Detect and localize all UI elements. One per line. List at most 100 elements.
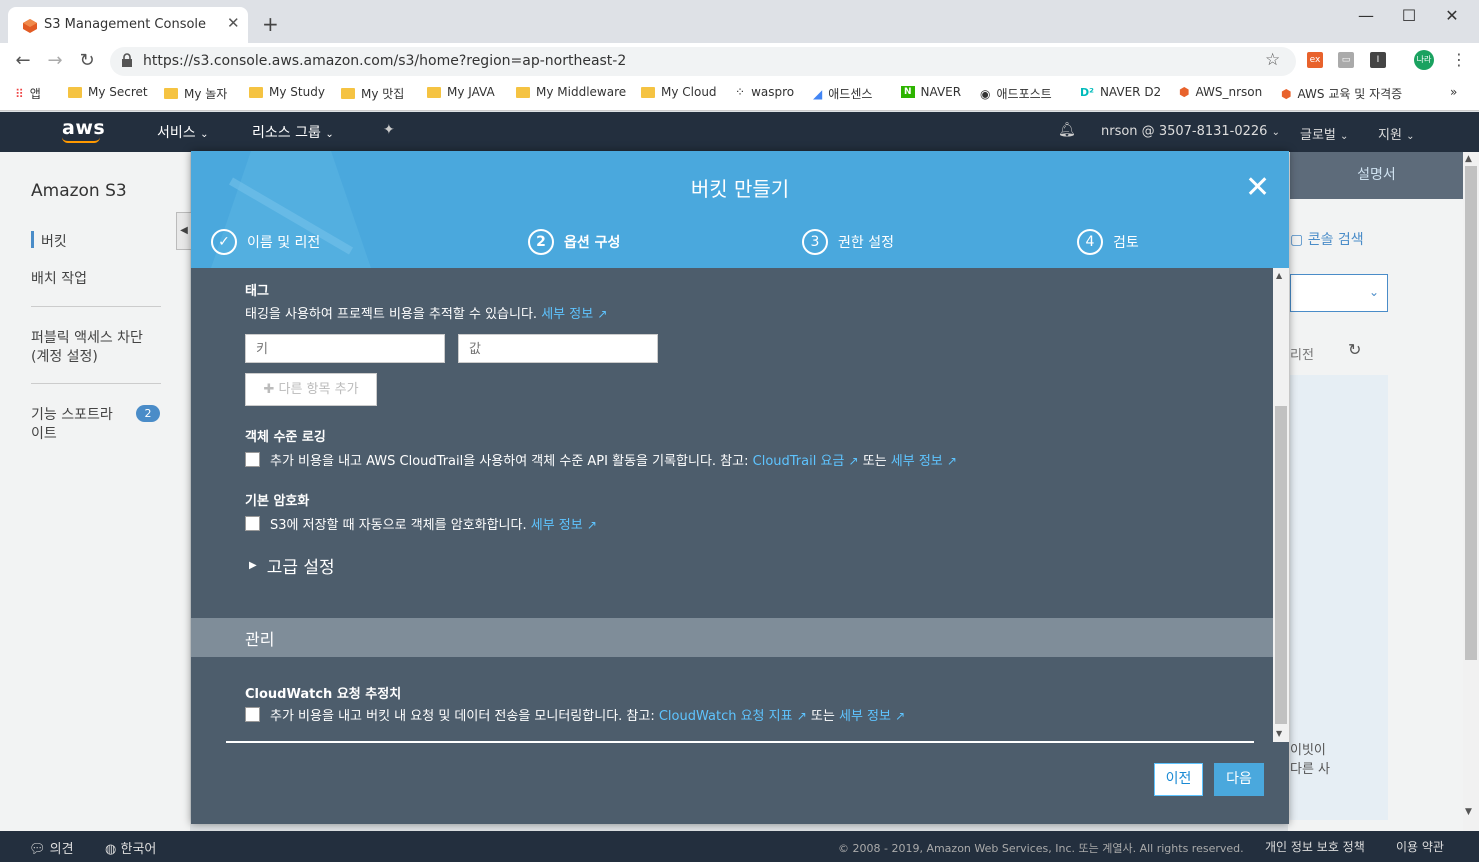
forward-arrow-icon[interactable]: → [43, 50, 67, 71]
bookmark-star-icon[interactable]: ☆ [1265, 50, 1280, 70]
external-link-icon: ↗ [796, 709, 807, 723]
add-tag-button[interactable]: ✚ 다른 항목 추가 [245, 373, 377, 406]
cloudwatch-metrics-link[interactable]: CloudWatch 요청 지표 [659, 709, 793, 724]
language-selector[interactable]: ◍ 한국어 [105, 838, 156, 857]
bookmark-item[interactable]: ⬢ AWS_nrson [1179, 85, 1262, 99]
feedback-link[interactable]: 💬︎ 의견 [29, 838, 74, 857]
step-options[interactable]: 2 옵션 구성 [528, 229, 620, 255]
bell-icon[interactable]: 🔔︎ [1058, 122, 1076, 138]
logging-details-link[interactable]: 세부 정보 [891, 454, 943, 469]
region-select[interactable]: ⌄ [1290, 274, 1388, 312]
sidebar-item-spotlight[interactable]: 기능 스포트라 [31, 404, 113, 424]
back-arrow-icon[interactable]: ← [11, 50, 35, 71]
chevron-down-icon: ⌄ [1369, 285, 1380, 299]
globe-icon: ◉ [980, 86, 991, 101]
step-name-region[interactable]: ✓ 이름 및 리전 [211, 229, 320, 255]
sidebar-item-batch[interactable]: 배치 작업 [31, 268, 87, 288]
cloudwatch-checkbox[interactable] [245, 707, 260, 722]
minimize-icon[interactable]: — [1351, 6, 1381, 25]
folder-icon [68, 86, 82, 98]
console-search-link[interactable]: ▢ 콘솔 검색 [1290, 229, 1364, 249]
cloudtrail-pricing-link[interactable]: CloudTrail 요금 [753, 454, 845, 469]
aws-logo-smile [62, 137, 100, 143]
bookmark-item[interactable]: My JAVA [427, 85, 495, 99]
modal-footer-divider [226, 741, 1254, 743]
tab-close-icon[interactable]: ✕ [227, 14, 240, 32]
console-footer [0, 831, 1479, 862]
extension-ex-icon[interactable]: ex [1307, 52, 1323, 68]
services-menu[interactable]: 서비스 ⌄ [157, 122, 208, 142]
global-menu[interactable]: 글로벌 ⌄ [1300, 124, 1348, 143]
reload-icon[interactable]: ↻ [75, 50, 99, 71]
bookmarks-more-button[interactable]: » [1450, 85, 1457, 99]
encryption-checkbox[interactable] [245, 516, 260, 531]
bookmark-item[interactable]: ◉ 애드포스트 [980, 85, 1052, 102]
url-text[interactable]: https://s3.console.aws.amazon.com/s3/hom… [143, 53, 626, 69]
modal-close-icon[interactable]: ✕ [1245, 173, 1270, 203]
bookmark-item[interactable]: My Study [249, 85, 325, 99]
browser-menu-icon[interactable]: ⋮ [1451, 50, 1467, 69]
window-close-icon[interactable]: ✕ [1437, 6, 1467, 25]
aws-logo[interactable]: aws [62, 117, 105, 139]
scroll-down-icon[interactable]: ▼ [1465, 807, 1472, 817]
bookmark-item[interactable]: My Middleware [516, 85, 626, 99]
logging-title: 객체 수준 로깅 [245, 430, 326, 445]
bookmark-item[interactable]: N NAVER [901, 85, 961, 99]
info-text: 이빗이 [1290, 743, 1326, 758]
tag-value-input[interactable] [458, 334, 658, 363]
bookmark-item[interactable]: My 맛집 [341, 85, 404, 102]
extension-icon[interactable]: ▭ [1338, 52, 1354, 68]
copyright-text: © 2008 - 2019, Amazon Web Services, Inc.… [838, 842, 1244, 855]
search-icon: ▢ [1290, 232, 1304, 248]
folder-icon [164, 88, 178, 99]
bookmark-apps[interactable]: ⠿ 앱 [15, 85, 41, 102]
naver-d2-icon: D² [1080, 85, 1094, 99]
bookmark-item[interactable]: D² NAVER D2 [1080, 85, 1161, 99]
documentation-tab[interactable]: 설명서 [1290, 152, 1463, 199]
bookmark-item[interactable]: My Secret [68, 85, 148, 99]
logging-checkbox[interactable] [245, 452, 260, 467]
extension-dark-icon[interactable]: I [1370, 52, 1386, 68]
account-menu[interactable]: nrson @ 3507-8131-0226 ⌄ [1101, 124, 1280, 139]
support-menu[interactable]: 지원 ⌄ [1378, 124, 1414, 143]
sidebar-item-buckets[interactable]: 버킷 [41, 231, 67, 251]
sidebar-item-spotlight-sub[interactable]: 이트 [31, 423, 57, 443]
advanced-settings-toggle[interactable]: ▶ 고급 설정 [249, 553, 335, 578]
encryption-details-link[interactable]: 세부 정보 [531, 518, 583, 533]
sidebar-collapse-button[interactable]: ◀ [176, 212, 192, 250]
step-number: 2 [528, 229, 554, 255]
tags-details-link[interactable]: 세부 정보 [541, 307, 593, 322]
bookmark-item[interactable]: ⁘ waspro [735, 85, 794, 99]
privacy-policy-link[interactable]: 개인 정보 보호 정책 [1265, 838, 1365, 855]
aws-cube-icon: ⬢ [1281, 86, 1292, 101]
previous-button[interactable]: 이전 [1154, 763, 1203, 796]
tag-key-input[interactable] [245, 334, 445, 363]
modal-scroll-thumb[interactable] [1275, 406, 1287, 724]
resource-groups-menu[interactable]: 리소스 그룹 ⌄ [252, 122, 334, 142]
chat-bubble-icon: 💬︎ [29, 842, 46, 857]
sidebar-item-public-access[interactable]: 퍼블릭 액세스 차단 [31, 327, 143, 347]
step-review[interactable]: 4 검토 [1077, 229, 1139, 255]
scroll-down-icon[interactable]: ▼ [1276, 729, 1282, 738]
bookmark-item[interactable]: ◢ 애드센스 [813, 85, 872, 102]
profile-avatar[interactable]: 나라 [1414, 50, 1434, 70]
terms-link[interactable]: 이용 약관 [1396, 838, 1444, 855]
bookmark-item[interactable]: My Cloud [641, 85, 717, 99]
chevron-down-icon: ⌄ [325, 129, 334, 140]
cloudwatch-details-link[interactable]: 세부 정보 [839, 709, 891, 724]
encryption-label: S3에 저장할 때 자동으로 객체를 암호화합니다. 세부 정보 ↗ [270, 518, 597, 533]
bookmark-item[interactable]: My 놀자 [164, 85, 227, 102]
next-button[interactable]: 다음 [1214, 763, 1264, 796]
aws-cube-icon: ⬢ [1179, 85, 1190, 99]
new-tab-button[interactable]: + [262, 12, 279, 36]
sidebar-item-public-access-sub[interactable]: (계정 설정) [31, 346, 98, 366]
page-scroll-thumb[interactable] [1465, 166, 1477, 660]
scroll-up-icon[interactable]: ▲ [1276, 271, 1282, 280]
management-section-header: 관리 [191, 618, 1273, 657]
bookmark-item[interactable]: ⬢ AWS 교육 및 자격증 [1281, 85, 1402, 102]
pin-icon[interactable]: ✦ [383, 122, 395, 138]
scroll-up-icon[interactable]: ▲ [1465, 154, 1472, 164]
step-permissions[interactable]: 3 권한 설정 [802, 229, 894, 255]
refresh-icon[interactable]: ↻ [1348, 340, 1361, 359]
maximize-icon[interactable]: ☐ [1394, 6, 1424, 25]
